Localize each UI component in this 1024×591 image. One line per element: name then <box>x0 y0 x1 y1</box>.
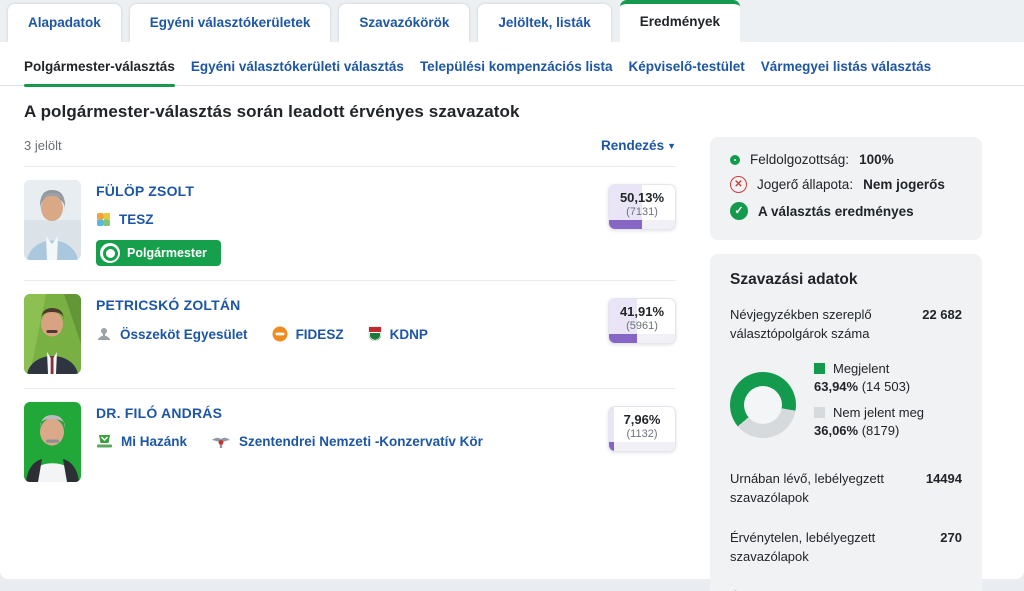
data-row-valid-ballots: Érvényes szavazólapok 14 224 <box>730 578 962 591</box>
party-link-szentendrei-nemzeti-konzervativ-kor[interactable]: Szentendrei Nemzeti -Konzervatív Kör <box>211 434 483 449</box>
vote-progress-bar <box>609 334 637 343</box>
tab-jeloltek-listak[interactable]: Jelöltek, listák <box>478 4 610 42</box>
progress-ring-icon <box>730 155 740 165</box>
chevron-down-icon: ▼ <box>667 141 676 151</box>
election-status-panel: Feldolgozottság: 100% ✕ Jogerő állapota:… <box>710 137 982 240</box>
subtab-varmegyei-listas[interactable]: Vármegyei listás választás <box>761 59 931 85</box>
legend-item-nem-jelent-meg: Nem jelent meg 36,06% (8179) <box>814 405 924 438</box>
fidesz-logo-icon <box>272 326 288 342</box>
candidate-name-link[interactable]: DR. FILÓ ANDRÁS <box>96 405 593 421</box>
tab-eredmenyek[interactable]: Eredmények <box>620 0 740 42</box>
valid-check-icon: ✓ <box>730 202 748 220</box>
subtab-egyeni-valasztokeruleti[interactable]: Egyéni választókerületi választás <box>191 59 404 85</box>
turnout-legend: Megjelent 63,94% (14 503) Nem jelent meg… <box>814 361 924 449</box>
party-link-kdnp[interactable]: KDNP <box>368 326 428 342</box>
candidate-photo-image <box>24 180 81 260</box>
mi-hazank-logo-icon <box>96 434 113 449</box>
candidate-row: PETRICSKÓ ZOLTÁN Összeköt Egyesület <box>24 280 676 388</box>
results-subnav: Polgármester-választás Egyéni választóke… <box>0 42 1024 86</box>
vote-progress-bar <box>609 442 614 451</box>
party-link-mi-hazank[interactable]: Mi Hazánk <box>96 434 187 449</box>
sort-dropdown[interactable]: Rendezés▼ <box>601 138 676 153</box>
tab-egyeni-valasztokeruletek[interactable]: Egyéni választókerületek <box>130 4 331 42</box>
elected-mayor-badge: Polgármester <box>96 240 221 266</box>
candidate-name-link[interactable]: FÜLÖP ZSOLT <box>96 183 593 199</box>
subtab-telepulesi-kompenzacios[interactable]: Települési kompenzációs lista <box>420 59 613 85</box>
donut-hole <box>744 386 782 424</box>
medal-icon <box>100 243 120 263</box>
vote-percent: 50,13% <box>609 190 675 205</box>
legend-swatch-gray <box>814 407 825 418</box>
status-row-valid-result: ✓ A választás eredményes <box>730 202 962 220</box>
subtab-polgarmester-valasztas[interactable]: Polgármester-választás <box>24 59 175 85</box>
tesz-logo-icon <box>96 212 111 227</box>
status-value: Nem jogerős <box>863 177 945 192</box>
vote-count: (7131) <box>609 206 675 218</box>
party-link-tesz[interactable]: TESZ <box>96 212 154 227</box>
vote-percent: 7,96% <box>609 412 675 427</box>
data-row-invalid-ballots: Érvénytelen, lebélyegzett szavazólapok 2… <box>730 518 962 578</box>
candidate-photo-image <box>24 294 81 374</box>
tab-szavazokorok[interactable]: Szavazókörök <box>339 4 469 42</box>
candidate-photo[interactable] <box>24 402 81 482</box>
content-area: Polgármester-választás Egyéni választóke… <box>0 42 1024 579</box>
turnout-donut <box>730 372 796 438</box>
candidate-row: DR. FILÓ ANDRÁS Mi Hazánk <box>24 388 676 496</box>
vote-count: (5961) <box>609 320 675 332</box>
data-row-registered-voters: Névjegyzékben szereplő választópolgárok … <box>730 295 962 355</box>
vote-progress-bar <box>609 220 642 229</box>
party-link-fidesz[interactable]: FIDESZ <box>272 326 344 342</box>
szentendrei-nemzeti-konzervativ-kor-logo-icon <box>211 435 231 449</box>
vote-result-card: 7,96% (1132) <box>608 406 676 452</box>
legend-item-megjelent: Megjelent 63,94% (14 503) <box>814 361 924 394</box>
voting-data-panel: Szavazási adatok Névjegyzékben szereplő … <box>710 254 982 591</box>
party-link-osszekot-egyesulet[interactable]: Összeköt Egyesület <box>96 326 248 342</box>
candidate-photo-image <box>24 402 81 482</box>
tab-alapadatok[interactable]: Alapadatok <box>8 4 121 42</box>
status-value: 100% <box>859 152 894 167</box>
subtab-kepviselo-testulet[interactable]: Képviselő-testület <box>629 59 745 85</box>
turnout-chart: Megjelent 63,94% (14 503) Nem jelent meg… <box>730 355 962 459</box>
status-row-processing: Feldolgozottság: 100% <box>730 152 962 167</box>
vote-percent: 41,91% <box>609 304 675 319</box>
vote-result-card: 41,91% (5961) <box>608 298 676 344</box>
candidate-name-link[interactable]: PETRICSKÓ ZOLTÁN <box>96 297 593 313</box>
status-row-legal-force: ✕ Jogerő állapota: Nem jogerős <box>730 176 962 193</box>
candidate-count: 3 jelölt <box>24 138 62 153</box>
kdnp-logo-icon <box>368 326 382 342</box>
vote-count: (1132) <box>609 428 675 440</box>
legend-swatch-green <box>814 363 825 374</box>
vote-track <box>609 442 675 451</box>
status-value: A választás eredményes <box>758 204 914 219</box>
not-final-cross-icon: ✕ <box>730 176 747 193</box>
candidate-photo[interactable] <box>24 294 81 374</box>
data-row-ballots-in-urn: Urnában lévő, lebélyegzett szavazólapok … <box>730 459 962 519</box>
candidate-photo[interactable] <box>24 180 81 260</box>
candidate-row: FÜLÖP ZSOLT TESZ <box>24 166 676 280</box>
voting-data-title: Szavazási adatok <box>730 271 962 289</box>
osszekot-egyesulet-logo-icon <box>96 326 112 342</box>
page-title: A polgármester-választás során leadott é… <box>24 102 1000 122</box>
vote-result-card: 50,13% (7131) <box>608 184 676 230</box>
main-tabbar: Alapadatok Egyéni választókerületek Szav… <box>0 0 1024 42</box>
